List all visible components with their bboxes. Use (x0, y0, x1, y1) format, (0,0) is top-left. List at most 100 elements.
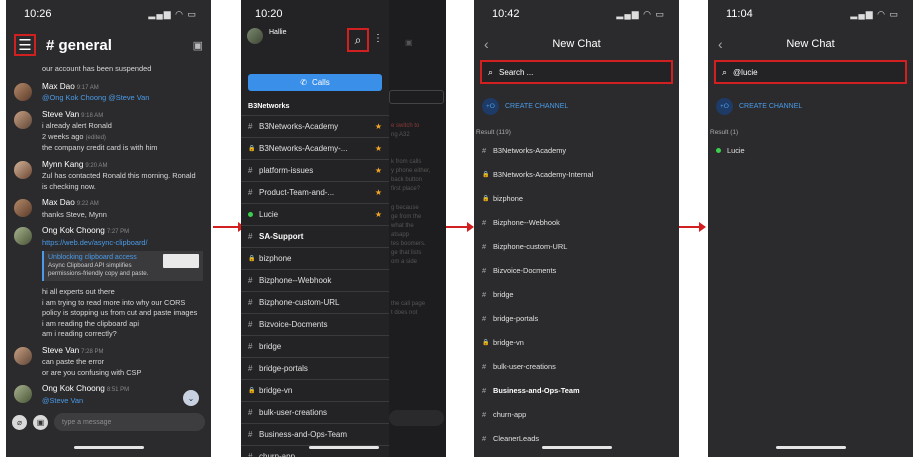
home-indicator (73, 446, 144, 449)
avatar[interactable] (14, 385, 32, 403)
drawer-channel-item[interactable]: # B3Networks-Academy ★ (241, 115, 389, 137)
more-options-icon[interactable]: ⋮ (373, 28, 383, 44)
drawer-channel-item[interactable]: # Bizvoice-Docments (241, 313, 389, 335)
online-status-icon (716, 146, 727, 155)
menu-button[interactable]: ☰ (14, 34, 36, 56)
hash-icon: # (248, 320, 253, 329)
result-item[interactable]: # bridge-portals (474, 306, 679, 330)
search-input[interactable]: ⌕ Search ... (480, 60, 673, 84)
create-channel-button[interactable]: +ⵔ CREATE CHANNEL (708, 84, 913, 129)
message-list[interactable]: our account has been suspended Max Dao 9:… (6, 64, 211, 406)
ghost-text: the call page (391, 301, 426, 307)
result-item[interactable]: # Bizvoice-Docments (474, 258, 679, 282)
back-chevron-icon[interactable]: ‹ (718, 36, 732, 52)
channel-info-icon[interactable]: ▣ (193, 39, 203, 52)
result-item[interactable]: # Bizphone-custom-URL (474, 234, 679, 258)
hash-icon: # (482, 409, 487, 419)
timestamp: 8:51 PM (106, 387, 130, 393)
result-item[interactable]: 🔒 bizphone (474, 186, 679, 210)
channel-label: platform-issues (259, 166, 314, 175)
star-icon[interactable]: ★ (375, 188, 382, 197)
author-name[interactable]: Ong Kok Choong (42, 226, 105, 235)
attach-button[interactable]: ⌀ (12, 414, 27, 430)
drawer-channel-item[interactable]: # Bizphone-custom-URL (241, 291, 389, 313)
avatar[interactable] (14, 82, 32, 101)
drawer-channel-item[interactable]: 🔒 B3Networks-Academy-... ★ (241, 137, 389, 159)
drawer-channel-item[interactable]: # platform-issues ★ (241, 159, 389, 181)
drawer-channel-item[interactable]: # bridge-portals (241, 357, 389, 379)
search-button[interactable]: ⌕ (347, 28, 369, 52)
author-name[interactable]: Steve Van (42, 110, 79, 119)
hash-icon: # (482, 313, 487, 323)
author-name[interactable]: Mynn Kang (42, 160, 83, 169)
drawer-channel-item[interactable]: Lucie ★ (241, 203, 389, 225)
star-icon[interactable]: ★ (375, 210, 382, 219)
result-item[interactable]: # B3Networks-Academy (474, 138, 679, 162)
status-time: 10:42 (492, 8, 520, 20)
link-preview[interactable]: Unblocking clipboard access Async Clipbo… (42, 251, 203, 281)
author-name[interactable]: Max Dao (42, 198, 75, 207)
message-text: i am trying to read more into why our CO… (42, 297, 198, 318)
result-item[interactable]: # bridge (474, 282, 679, 306)
mention-text[interactable]: @Steve Van (42, 396, 203, 407)
lock-icon: 🔒 (482, 195, 490, 202)
image-button[interactable]: ▣ (33, 414, 48, 430)
star-icon[interactable]: ★ (375, 166, 382, 175)
dimmed-chat[interactable]: ▣ e switch to ng A32 k from calls y phon… (389, 0, 446, 457)
drawer-channel-item[interactable]: # bridge (241, 335, 389, 357)
hash-icon: # (248, 276, 253, 285)
search-input[interactable]: ⌕ @lucie (714, 60, 907, 84)
result-item[interactable]: # bulk-user-creations (474, 354, 679, 378)
search-value: @lucie (733, 67, 758, 77)
hash-icon: # (482, 241, 487, 251)
system-message: our account has been suspended (42, 64, 152, 73)
result-item[interactable]: Lucie (708, 138, 913, 162)
avatar[interactable] (14, 199, 32, 217)
scroll-down-button[interactable]: ⌄ (183, 390, 199, 406)
drawer-channel-item[interactable]: 🔒 bridge-vn (241, 379, 389, 401)
message-text: i am reading the clipboard api (42, 318, 139, 328)
avatar[interactable] (14, 227, 32, 245)
avatar[interactable] (14, 110, 32, 129)
ghost-text: first place? (391, 186, 421, 192)
back-chevron-icon[interactable]: ‹ (484, 36, 498, 52)
result-item[interactable]: # churn-app (474, 402, 679, 426)
preview-description: Async Clipboard API simplifies permissio… (48, 262, 149, 277)
channel-label: Bizphone-custom-URL (259, 298, 340, 307)
author-name[interactable]: Steve Van (42, 346, 79, 355)
calls-button[interactable]: ✆ Calls (248, 74, 382, 91)
drawer-channel-item[interactable]: 🔒 bizphone (241, 247, 389, 269)
author-name[interactable]: Max Dao (42, 82, 75, 91)
result-item[interactable]: # Bizphone--Webhook (474, 210, 679, 234)
channel-list: # B3Networks-Academy ★ 🔒 B3Networks-Academy-… (241, 115, 389, 457)
message-text: 2 weeks ago (42, 131, 84, 141)
hash-icon: # (248, 364, 253, 373)
user-avatar[interactable] (247, 28, 263, 44)
message-input[interactable]: type a message (54, 413, 205, 431)
star-icon[interactable]: ★ (375, 144, 382, 153)
message-link[interactable]: https://web.dev/async-clipboard/ (42, 238, 203, 249)
drawer-channel-item[interactable]: # SA-Support (241, 225, 389, 247)
ghost-text: e switch to (391, 123, 420, 129)
timestamp: 9:20 AM (85, 162, 108, 169)
drawer-channel-item[interactable]: # Bizphone--Webhook (241, 269, 389, 291)
phone-icon: ✆ (300, 78, 307, 87)
drawer-channel-item[interactable]: # Product-Team-and-... ★ (241, 181, 389, 203)
drawer-channel-item[interactable]: # bulk-user-creations (241, 401, 389, 423)
mention-text[interactable]: @Ong Kok Choong @Steve Van (42, 93, 203, 104)
author-name[interactable]: Ong Kok Choong (42, 384, 105, 393)
home-indicator (541, 446, 612, 449)
star-icon[interactable]: ★ (375, 122, 382, 131)
result-label: Bizvoice-Docments (493, 265, 557, 275)
status-time: 11:04 (726, 8, 753, 20)
avatar[interactable] (14, 160, 32, 179)
result-label: bulk-user-creations (493, 361, 556, 371)
avatar[interactable] (14, 346, 32, 365)
result-item[interactable]: 🔒 B3Networks-Academy-Internal (474, 162, 679, 186)
create-channel-button[interactable]: +ⵔ CREATE CHANNEL (474, 84, 679, 129)
result-item[interactable]: 🔒 bridge-vn (474, 330, 679, 354)
drawer-channel-item[interactable]: # Business-and-Ops-Team (241, 423, 389, 445)
hash-icon: # (482, 265, 487, 275)
result-item[interactable]: # Business-and-Ops-Team (474, 378, 679, 402)
search-icon: ⌕ (354, 32, 362, 47)
